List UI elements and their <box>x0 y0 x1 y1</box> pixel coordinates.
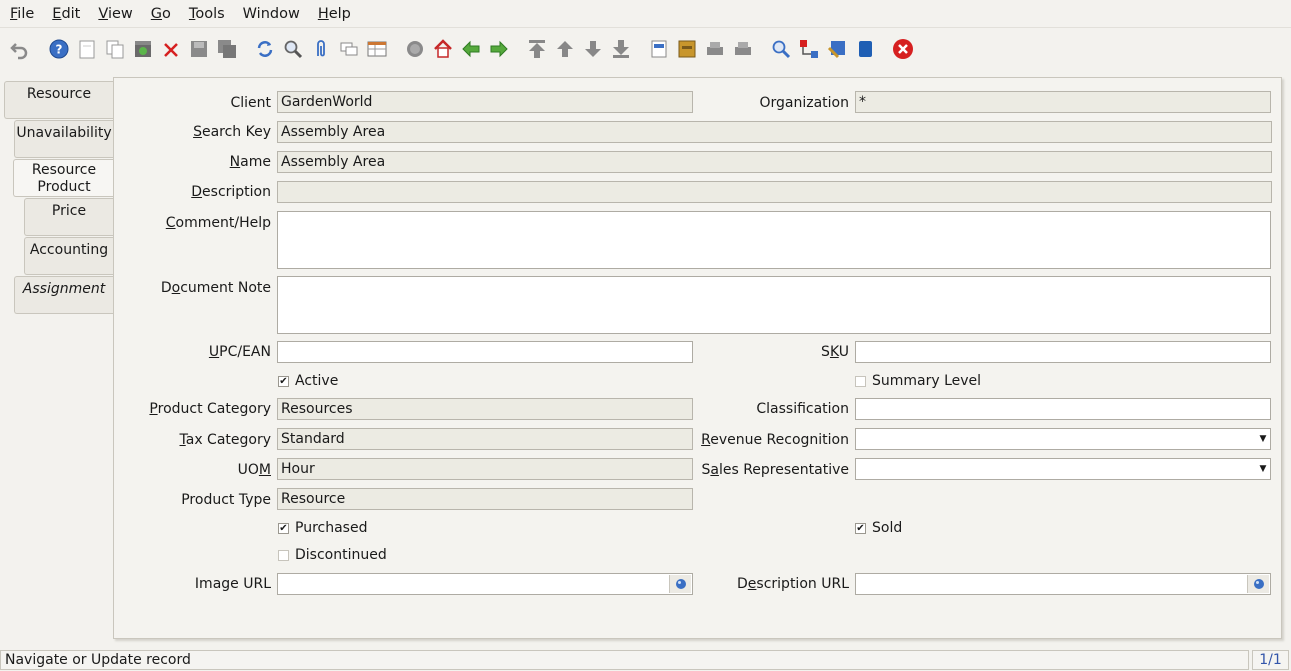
menu-view[interactable]: View <box>92 6 138 22</box>
attachment-icon[interactable] <box>309 37 333 61</box>
save-all-icon[interactable] <box>215 37 239 61</box>
document-note-textarea[interactable] <box>277 276 1271 334</box>
product-category-label: Product Category <box>149 401 271 417</box>
tab-resource[interactable]: Resource <box>4 81 113 119</box>
summary-level-check-mark <box>855 375 866 387</box>
sold-check-mark: ✔ <box>855 522 866 534</box>
name-field[interactable]: Assembly Area <box>277 151 1272 173</box>
discontinued-check-mark <box>278 549 289 561</box>
description-url-field[interactable] <box>855 573 1271 595</box>
search-key-field[interactable]: Assembly Area <box>277 121 1272 143</box>
description-label: Description <box>191 184 271 200</box>
grid-toggle-icon[interactable] <box>365 37 389 61</box>
svg-text:?: ? <box>56 43 63 57</box>
home-icon[interactable] <box>431 37 455 61</box>
uom-label: UOM <box>237 462 271 478</box>
discontinued-checkbox[interactable]: Discontinued <box>278 546 387 564</box>
previous-page-icon[interactable] <box>553 37 577 61</box>
image-url-label: Image URL <box>194 576 271 592</box>
sku-field[interactable] <box>855 341 1271 363</box>
menu-tools[interactable]: Tools <box>183 6 231 22</box>
active-checkbox[interactable]: ✔ Active <box>278 372 338 390</box>
next-page-icon[interactable] <box>581 37 605 61</box>
purchased-check-mark: ✔ <box>278 522 289 534</box>
classification-label: Classification <box>756 401 849 417</box>
tax-category-field[interactable]: Standard <box>277 428 693 450</box>
tab-price[interactable]: Price <box>24 198 113 236</box>
description-field[interactable] <box>277 181 1272 203</box>
status-message: Navigate or Update record <box>5 652 191 668</box>
last-record-icon[interactable] <box>609 37 633 61</box>
uom-field[interactable]: Hour <box>277 458 693 480</box>
image-url-field[interactable] <box>277 573 693 595</box>
find-icon[interactable] <box>281 37 305 61</box>
help-icon[interactable]: ? <box>47 37 71 61</box>
menu-bar: File Edit View Go Tools Window Help <box>0 0 1291 28</box>
previous-record-icon[interactable] <box>459 37 483 61</box>
save-icon[interactable] <box>187 37 211 61</box>
active-check-mark: ✔ <box>278 375 289 387</box>
report-icon[interactable] <box>647 37 671 61</box>
zoom-across-icon[interactable] <box>769 37 793 61</box>
product-info-icon[interactable] <box>853 37 877 61</box>
product-type-label: Product Type <box>181 492 271 508</box>
refresh-icon[interactable] <box>253 37 277 61</box>
upc-ean-field[interactable] <box>277 341 693 363</box>
tab-resource-product[interactable]: Resource Product <box>13 159 114 197</box>
close-window-icon[interactable] <box>891 37 915 61</box>
next-record-icon[interactable] <box>487 37 511 61</box>
description-url-label: Description URL <box>737 576 849 592</box>
menu-help[interactable]: Help <box>312 6 357 22</box>
document-note-label: Document Note <box>160 280 271 296</box>
tab-assignment[interactable]: Assignment <box>14 276 113 314</box>
search-key-label: Search Key <box>193 124 271 140</box>
name-label: Name <box>229 154 271 170</box>
sales-representative-label: Sales Representative <box>701 462 849 478</box>
status-bar: Navigate or Update record <box>0 650 1249 670</box>
chat-icon[interactable] <box>337 37 361 61</box>
sold-checkbox[interactable]: ✔ Sold <box>855 519 902 537</box>
menu-file[interactable]: File <box>4 6 40 22</box>
client-label: Client <box>230 95 271 111</box>
globe-icon[interactable] <box>1247 575 1269 593</box>
print-preview-icon[interactable] <box>703 37 727 61</box>
chevron-down-icon[interactable]: ▼ <box>1256 459 1270 479</box>
product-type-field[interactable]: Resource <box>277 488 693 510</box>
globe-icon[interactable] <box>669 575 691 593</box>
menu-go[interactable]: Go <box>145 6 177 22</box>
request-icon[interactable] <box>825 37 849 61</box>
tax-category-label: Tax Category <box>179 432 272 448</box>
record-count[interactable]: 1/1 <box>1252 650 1289 670</box>
upc-ean-label: UPC/EAN <box>208 344 271 360</box>
organization-field[interactable]: * <box>855 91 1271 113</box>
sku-label: SKU <box>821 344 849 360</box>
new-record-icon[interactable] <box>75 37 99 61</box>
product-category-field[interactable]: Resources <box>277 398 693 420</box>
archive-icon[interactable] <box>675 37 699 61</box>
purchased-checkbox[interactable]: ✔ Purchased <box>278 519 367 537</box>
organization-label: Organization <box>759 95 849 111</box>
menu-edit[interactable]: Edit <box>46 6 86 22</box>
copy-record-icon[interactable] <box>103 37 127 61</box>
classification-field[interactable] <box>855 398 1271 420</box>
history-icon[interactable] <box>403 37 427 61</box>
comment-help-label: Comment/Help <box>165 215 271 231</box>
undo-icon[interactable] <box>8 37 32 61</box>
sales-representative-select[interactable]: ▼ <box>855 458 1271 480</box>
comment-help-textarea[interactable] <box>277 211 1271 269</box>
chevron-down-icon[interactable]: ▼ <box>1256 429 1270 449</box>
summary-level-checkbox[interactable]: Summary Level <box>855 372 981 390</box>
save-refresh-icon[interactable] <box>131 37 155 61</box>
tab-unavailability[interactable]: Unavailability <box>14 120 113 158</box>
menu-window[interactable]: Window <box>237 6 306 22</box>
toolbar: ? <box>0 33 1291 69</box>
print-icon[interactable] <box>731 37 755 61</box>
revenue-recognition-select[interactable]: ▼ <box>855 428 1271 450</box>
workflow-icon[interactable] <box>797 37 821 61</box>
tab-accounting[interactable]: Accounting <box>24 237 113 275</box>
first-record-icon[interactable] <box>525 37 549 61</box>
delete-icon[interactable] <box>159 37 183 61</box>
client-field[interactable]: GardenWorld <box>277 91 693 113</box>
revenue-recognition-label: Revenue Recognition <box>701 432 849 448</box>
